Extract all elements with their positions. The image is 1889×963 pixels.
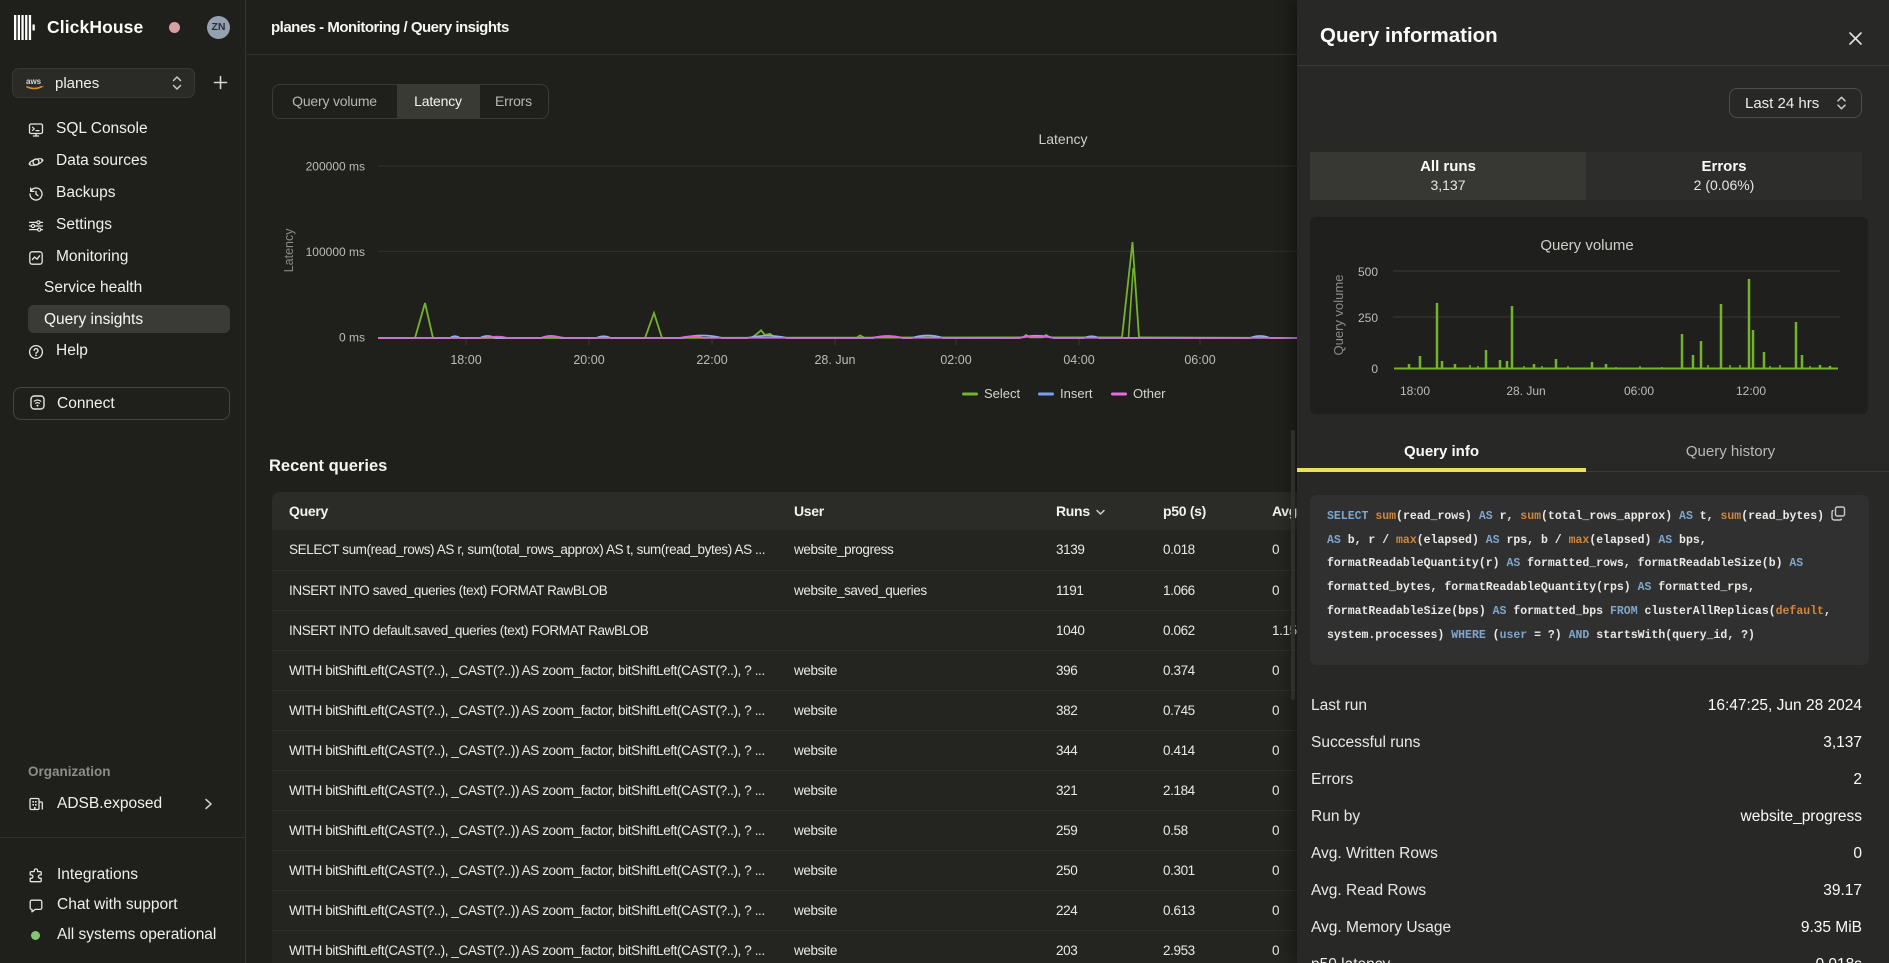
svg-text:02:00: 02:00 [940, 353, 971, 367]
svg-text:12:00: 12:00 [1736, 384, 1766, 398]
svg-text:22:00: 22:00 [696, 353, 727, 367]
svg-text:18:00: 18:00 [450, 353, 481, 367]
svg-text:500: 500 [1358, 265, 1378, 279]
svg-text:06:00: 06:00 [1184, 353, 1215, 367]
svg-text:Other: Other [1133, 386, 1166, 401]
svg-text:20:00: 20:00 [573, 353, 604, 367]
svg-text:Latency: Latency [1038, 131, 1087, 147]
svg-text:0: 0 [1371, 362, 1378, 376]
svg-text:28. Jun: 28. Jun [814, 353, 855, 367]
svg-text:250: 250 [1358, 311, 1378, 325]
svg-text:0 ms: 0 ms [339, 331, 365, 345]
svg-text:Select: Select [984, 386, 1021, 401]
svg-text:06:00: 06:00 [1624, 384, 1654, 398]
svg-text:04:00: 04:00 [1063, 353, 1094, 367]
svg-text:Latency: Latency [282, 228, 296, 273]
svg-text:28. Jun: 28. Jun [1506, 384, 1545, 398]
svg-text:100000 ms: 100000 ms [306, 245, 365, 259]
svg-text:18:00: 18:00 [1400, 384, 1430, 398]
svg-text:Query volume: Query volume [1331, 275, 1346, 356]
svg-text:aws: aws [26, 77, 42, 86]
svg-text:200000 ms: 200000 ms [306, 160, 365, 174]
svg-text:Query volume: Query volume [1540, 237, 1633, 254]
svg-text:Insert: Insert [1060, 386, 1093, 401]
